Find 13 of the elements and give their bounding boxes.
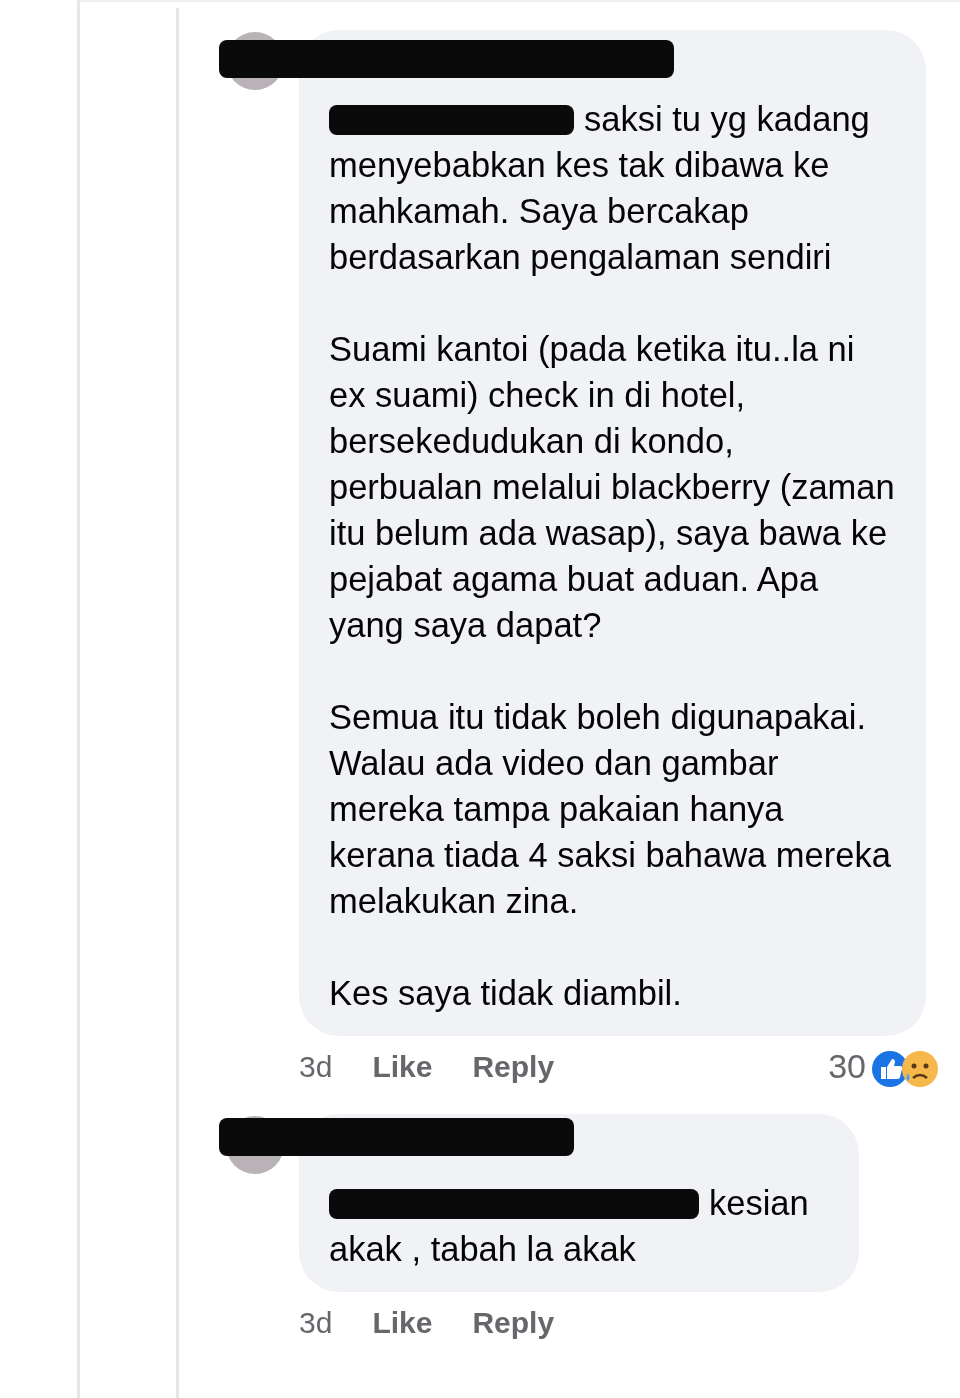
comment-time: 3d — [299, 1304, 333, 1341]
comment-text: Semua itu tidak boleh digunapakai. Walau ada video dan gambar mereka tampa pakaian hanya kerana tiada 4 saksi bahawa mereka melakukan zina. — [329, 698, 891, 920]
reply-link[interactable]: Reply — [472, 1299, 555, 1345]
sad-face-icon — [900, 1048, 940, 1089]
reply-link[interactable]: Reply — [472, 1043, 555, 1089]
comment-time: 3d — [299, 1048, 333, 1085]
like-link[interactable]: Like — [372, 1299, 433, 1345]
comment-text: kesian akak , tabah la akak — [329, 1184, 809, 1268]
comment-text: saksi tu yg kadang menyebabkan kes tak dibawa ke mahkamah. Saya bercakap berdasarkan pengalaman sendiri — [329, 100, 870, 276]
reaction-count: 30 — [828, 1045, 866, 1087]
like-link[interactable]: Like — [372, 1043, 433, 1089]
comment-text: Kes saya tidak diambil. — [329, 974, 682, 1012]
comment-text: Suami kantoi (pada ketika itu..la ni ex suami) check in di hotel, bersekedudukan di kondo, perbualan melalui blackberry (zaman itu belum ada wasap), saya bawa ke pejabat agama buat aduan. Apa yang saya dapat? — [329, 330, 895, 644]
